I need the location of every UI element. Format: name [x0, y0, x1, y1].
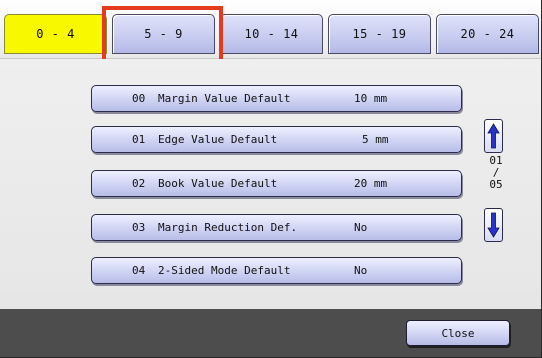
page-indicator: 01 / 05: [481, 155, 511, 191]
setting-name: 2-Sided Mode Default: [158, 264, 291, 277]
settings-screen: 0 - 4 5 - 9 10 - 14 15 - 19 20 - 24 00 M…: [0, 0, 542, 358]
close-button[interactable]: Close: [406, 320, 510, 346]
setting-item-00[interactable]: 00 Margin Value Default 10 mm: [91, 85, 462, 112]
tab-20-24[interactable]: 20 - 24: [436, 14, 539, 54]
setting-number: 01: [132, 133, 146, 146]
tab-highlight-box: [102, 6, 223, 63]
tab-15-19[interactable]: 15 - 19: [328, 14, 431, 54]
arrow-up-icon: [487, 123, 500, 149]
setting-number: 04: [132, 264, 146, 277]
tab-10-14[interactable]: 10 - 14: [220, 14, 323, 54]
setting-number: 02: [132, 177, 146, 190]
setting-number: 03: [132, 221, 146, 234]
setting-value: No: [354, 221, 368, 234]
setting-item-02[interactable]: 02 Book Value Default 20 mm: [91, 170, 462, 197]
setting-name: Edge Value Default: [158, 133, 278, 146]
scroll-up-button[interactable]: [484, 119, 503, 153]
arrow-down-icon: [487, 212, 500, 238]
setting-item-03[interactable]: 03 Margin Reduction Def. No: [91, 214, 462, 241]
setting-item-04[interactable]: 04 2-Sided Mode Default No: [91, 257, 462, 284]
tab-bar: 0 - 4 5 - 9 10 - 14 15 - 19 20 - 24: [0, 0, 541, 63]
setting-value: 10 mm: [354, 92, 388, 105]
setting-number: 00: [132, 92, 146, 105]
setting-value: 5 mm: [362, 133, 389, 146]
page-total: 05: [489, 178, 503, 191]
setting-name: Margin Value Default: [158, 92, 291, 105]
setting-item-01[interactable]: 01 Edge Value Default 5 mm: [91, 126, 462, 153]
footer-bar: Close: [0, 309, 541, 357]
tab-0-4[interactable]: 0 - 4: [4, 14, 107, 54]
setting-name: Book Value Default: [158, 177, 278, 190]
scroll-down-button[interactable]: [484, 208, 503, 242]
settings-list-area: 00 Margin Value Default 10 mm 01 Edge Va…: [0, 59, 541, 309]
setting-name: Margin Reduction Def.: [158, 221, 298, 234]
setting-value: No: [354, 264, 368, 277]
setting-value: 20 mm: [354, 177, 388, 190]
